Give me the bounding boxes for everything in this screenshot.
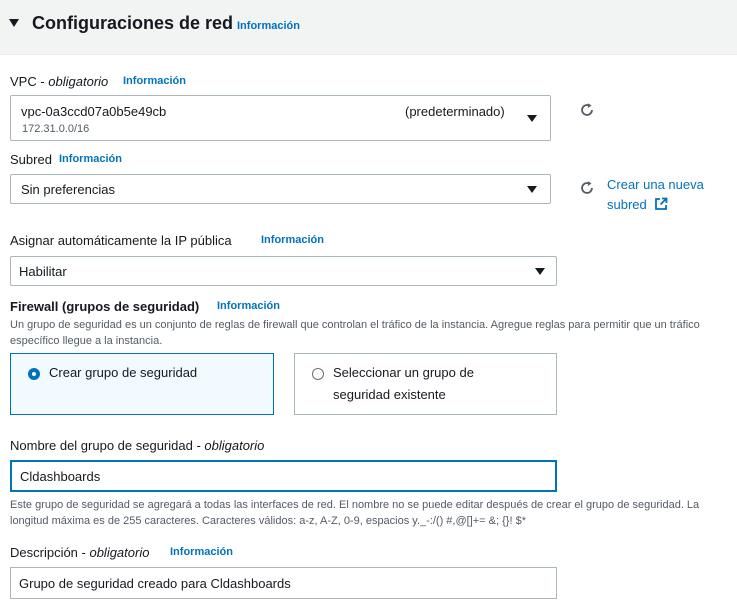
create-security-group-option[interactable]: Crear grupo de seguridad (10, 353, 274, 415)
subnet-select[interactable]: Sin preferencias (10, 174, 551, 204)
vpc-info-link[interactable]: Información (123, 75, 186, 87)
vpc-select[interactable]: vpc-0a3ccd07a0b5e49cb 172.31.0.0/16 (pre… (10, 95, 551, 141)
firewall-description: Un grupo de seguridad es un conjunto de … (10, 319, 700, 347)
sg-name-input[interactable] (10, 460, 557, 492)
sg-description-info-link[interactable]: Información (170, 546, 233, 558)
radio-selected[interactable] (28, 368, 40, 380)
external-link-icon (655, 197, 668, 210)
public-ip-select[interactable]: Habilitar (10, 256, 557, 286)
sg-description-input[interactable] (10, 567, 557, 599)
sg-name-hint: Este grupo de seguridad se agregará a to… (10, 499, 700, 527)
vpc-value: vpc-0a3ccd07a0b5e49cb (21, 104, 167, 119)
vpc-default-tag: (predeterminado) (405, 104, 505, 119)
firewall-label: Firewall (grupos de seguridad) (10, 299, 200, 314)
subnet-info-link[interactable]: Información (59, 153, 122, 165)
chevron-down-icon (527, 186, 537, 193)
vpc-cidr: 172.31.0.0/16 (22, 123, 90, 135)
create-subnet-link[interactable]: Crear una nueva subred (607, 175, 727, 215)
select-existing-label: Seleccionar un grupo de seguridad existe… (333, 362, 474, 406)
select-existing-security-group-option[interactable]: Seleccionar un grupo de seguridad existe… (294, 353, 557, 415)
subnet-value: Sin preferencias (21, 182, 115, 197)
public-ip-value: Habilitar (19, 264, 67, 279)
create-security-group-label: Crear grupo de seguridad (49, 365, 198, 380)
subnet-label: Subred (10, 152, 52, 167)
radio-unselected[interactable] (312, 368, 324, 380)
section-info-link[interactable]: Información (237, 20, 300, 32)
sg-description-label: Descripción - obligatorio (10, 545, 150, 560)
public-ip-label: Asignar automáticamente la IP pública (10, 233, 232, 248)
create-subnet-link-line1: Crear una nueva (607, 177, 704, 192)
refresh-icon[interactable] (578, 101, 596, 119)
vpc-label: VPC - obligatorio (10, 74, 109, 89)
refresh-icon[interactable] (578, 179, 596, 197)
sg-name-label: Nombre del grupo de seguridad - obligato… (10, 438, 265, 453)
chevron-down-icon (535, 268, 545, 275)
public-ip-info-link[interactable]: Información (261, 234, 324, 246)
create-subnet-link-line2: subred (607, 195, 727, 215)
select-existing-label-line1: Seleccionar un grupo de (333, 365, 474, 380)
chevron-down-icon (527, 115, 537, 122)
section-title: Configuraciones de red (32, 13, 234, 33)
firewall-info-link[interactable]: Información (217, 300, 280, 312)
collapse-caret-icon[interactable] (9, 19, 19, 27)
select-existing-label-line2: seguridad existente (333, 387, 446, 402)
